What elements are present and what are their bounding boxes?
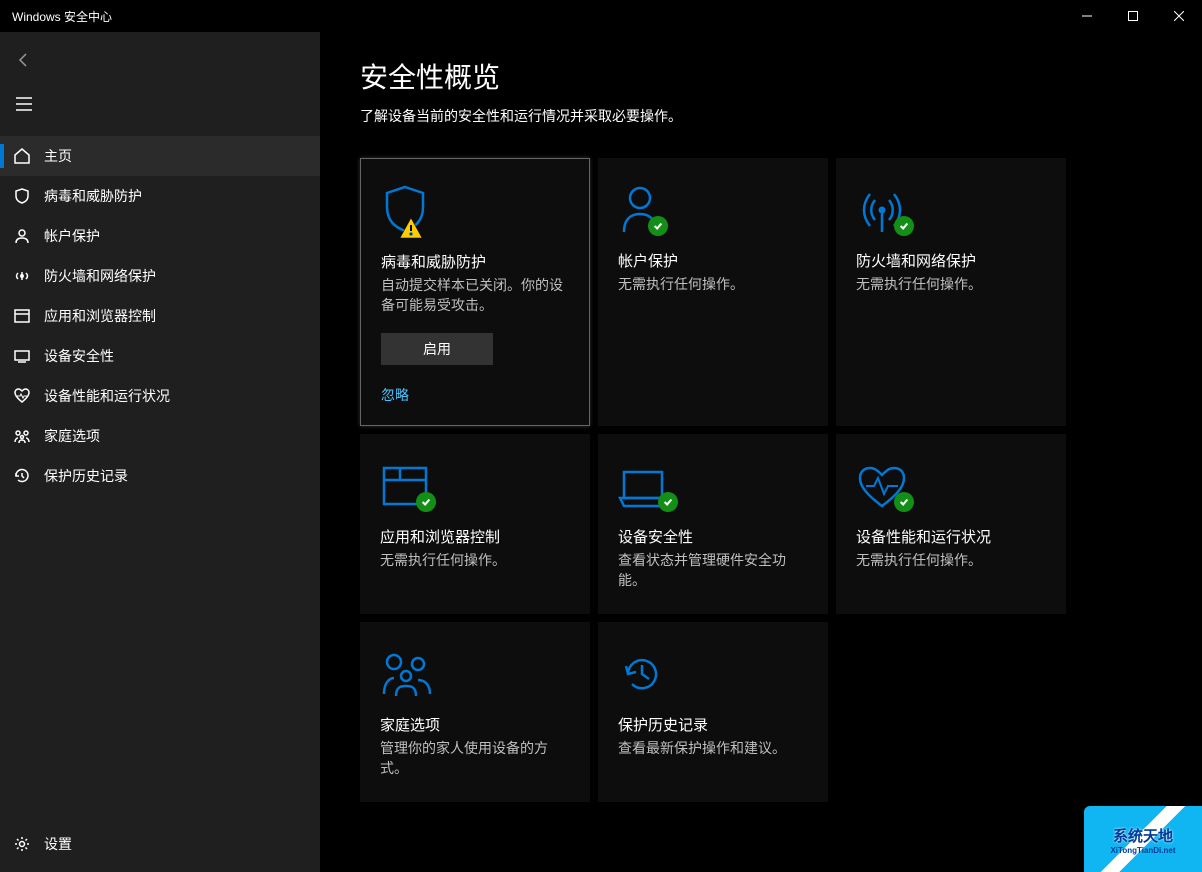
card-desc: 查看最新保护操作和建议。	[618, 739, 786, 759]
shield-icon	[12, 186, 32, 206]
nav-item-family[interactable]: 家庭选项	[0, 416, 320, 456]
card-desc: 无需执行任何操作。	[380, 551, 506, 571]
back-button[interactable]	[0, 40, 48, 80]
nav-item-app-browser[interactable]: 应用和浏览器控制	[0, 296, 320, 336]
card-desc: 无需执行任何操作。	[618, 275, 744, 295]
history-icon	[618, 642, 666, 698]
app-icon	[12, 306, 32, 326]
wifi-icon	[856, 178, 908, 234]
watermark: 系统天地 XiTongTianDi.net	[1084, 806, 1202, 872]
card-app-browser[interactable]: 应用和浏览器控制 无需执行任何操作。	[360, 434, 590, 614]
nav-list: 主页 病毒和威胁防护 帐户保护 防火墙和网络保护 应用和浏览器控制 设备安全性	[0, 132, 320, 820]
nav-item-firewall[interactable]: 防火墙和网络保护	[0, 256, 320, 296]
card-title: 帐户保护	[618, 250, 678, 271]
nav-label: 设备安全性	[44, 346, 114, 366]
titlebar: Windows 安全中心	[0, 0, 1202, 32]
sidebar: 主页 病毒和威胁防护 帐户保护 防火墙和网络保护 应用和浏览器控制 设备安全性	[0, 32, 320, 872]
person-icon	[618, 178, 662, 234]
hamburger-button[interactable]	[0, 84, 48, 124]
card-title: 家庭选项	[380, 714, 440, 735]
nav-label: 设备性能和运行状况	[44, 386, 170, 406]
nav-item-device-security[interactable]: 设备安全性	[0, 336, 320, 376]
card-account-protection[interactable]: 帐户保护 无需执行任何操作。	[598, 158, 828, 426]
family-icon	[380, 642, 434, 698]
watermark-text: 系统天地	[1113, 825, 1173, 846]
nav-label: 主页	[44, 146, 72, 166]
enable-button[interactable]: 启用	[381, 333, 493, 365]
card-desc: 无需执行任何操作。	[856, 275, 982, 295]
nav-item-account[interactable]: 帐户保护	[0, 216, 320, 256]
card-grid: 病毒和威胁防护 自动提交样本已关闭。你的设备可能易受攻击。 启用 忽略 帐户保护…	[360, 158, 1202, 802]
nav-label: 病毒和威胁防护	[44, 186, 142, 206]
nav-label: 防火墙和网络保护	[44, 266, 156, 286]
dismiss-link[interactable]: 忽略	[381, 385, 409, 405]
minimize-button[interactable]	[1064, 0, 1110, 32]
card-desc: 管理你的家人使用设备的方式。	[380, 739, 570, 778]
status-ok-icon	[416, 492, 436, 512]
nav-item-virus[interactable]: 病毒和威胁防护	[0, 176, 320, 216]
device-icon	[618, 454, 672, 510]
card-title: 病毒和威胁防护	[381, 251, 486, 272]
card-title: 防火墙和网络保护	[856, 250, 976, 271]
window-controls	[1064, 0, 1202, 32]
close-button[interactable]	[1156, 0, 1202, 32]
status-ok-icon	[648, 216, 668, 236]
card-title: 设备安全性	[618, 526, 693, 547]
status-ok-icon	[894, 492, 914, 512]
content-area: 安全性概览 了解设备当前的安全性和运行情况并采取必要操作。 病毒和威胁防护 自动…	[320, 32, 1202, 872]
family-icon	[12, 426, 32, 446]
nav-label: 保护历史记录	[44, 466, 128, 486]
wifi-icon	[12, 266, 32, 286]
heartbeat-icon	[856, 454, 908, 510]
status-ok-icon	[894, 216, 914, 236]
nav-item-home[interactable]: 主页	[0, 136, 320, 176]
card-desc: 无需执行任何操作。	[856, 551, 982, 571]
gear-icon	[12, 834, 32, 854]
status-ok-icon	[658, 492, 678, 512]
nav-label: 帐户保护	[44, 226, 100, 246]
page-subtitle: 了解设备当前的安全性和运行情况并采取必要操作。	[360, 106, 1202, 126]
card-performance[interactable]: 设备性能和运行状况 无需执行任何操作。	[836, 434, 1066, 614]
history-icon	[12, 466, 32, 486]
card-title: 保护历史记录	[618, 714, 708, 735]
nav-label: 设置	[44, 834, 72, 854]
nav-label: 应用和浏览器控制	[44, 306, 156, 326]
window-title: Windows 安全中心	[12, 8, 112, 25]
warning-icon	[399, 217, 423, 239]
person-icon	[12, 226, 32, 246]
card-device-security[interactable]: 设备安全性 查看状态并管理硬件安全功能。	[598, 434, 828, 614]
card-desc: 自动提交样本已关闭。你的设备可能易受攻击。	[381, 276, 569, 315]
card-family[interactable]: 家庭选项 管理你的家人使用设备的方式。	[360, 622, 590, 802]
card-virus-threat[interactable]: 病毒和威胁防护 自动提交样本已关闭。你的设备可能易受攻击。 启用 忽略	[360, 158, 590, 426]
page-title: 安全性概览	[360, 56, 1202, 96]
nav-item-history[interactable]: 保护历史记录	[0, 456, 320, 496]
card-history[interactable]: 保护历史记录 查看最新保护操作和建议。	[598, 622, 828, 802]
heartbeat-icon	[12, 386, 32, 406]
nav-label: 家庭选项	[44, 426, 100, 446]
device-icon	[12, 346, 32, 366]
card-desc: 查看状态并管理硬件安全功能。	[618, 551, 808, 590]
nav-item-settings[interactable]: 设置	[0, 824, 320, 864]
nav-item-performance[interactable]: 设备性能和运行状况	[0, 376, 320, 416]
shield-icon	[381, 179, 429, 235]
home-icon	[12, 146, 32, 166]
card-title: 应用和浏览器控制	[380, 526, 500, 547]
maximize-button[interactable]	[1110, 0, 1156, 32]
watermark-sub: XiTongTianDi.net	[1110, 846, 1175, 855]
card-title: 设备性能和运行状况	[856, 526, 991, 547]
card-firewall[interactable]: 防火墙和网络保护 无需执行任何操作。	[836, 158, 1066, 426]
app-icon	[380, 454, 430, 510]
